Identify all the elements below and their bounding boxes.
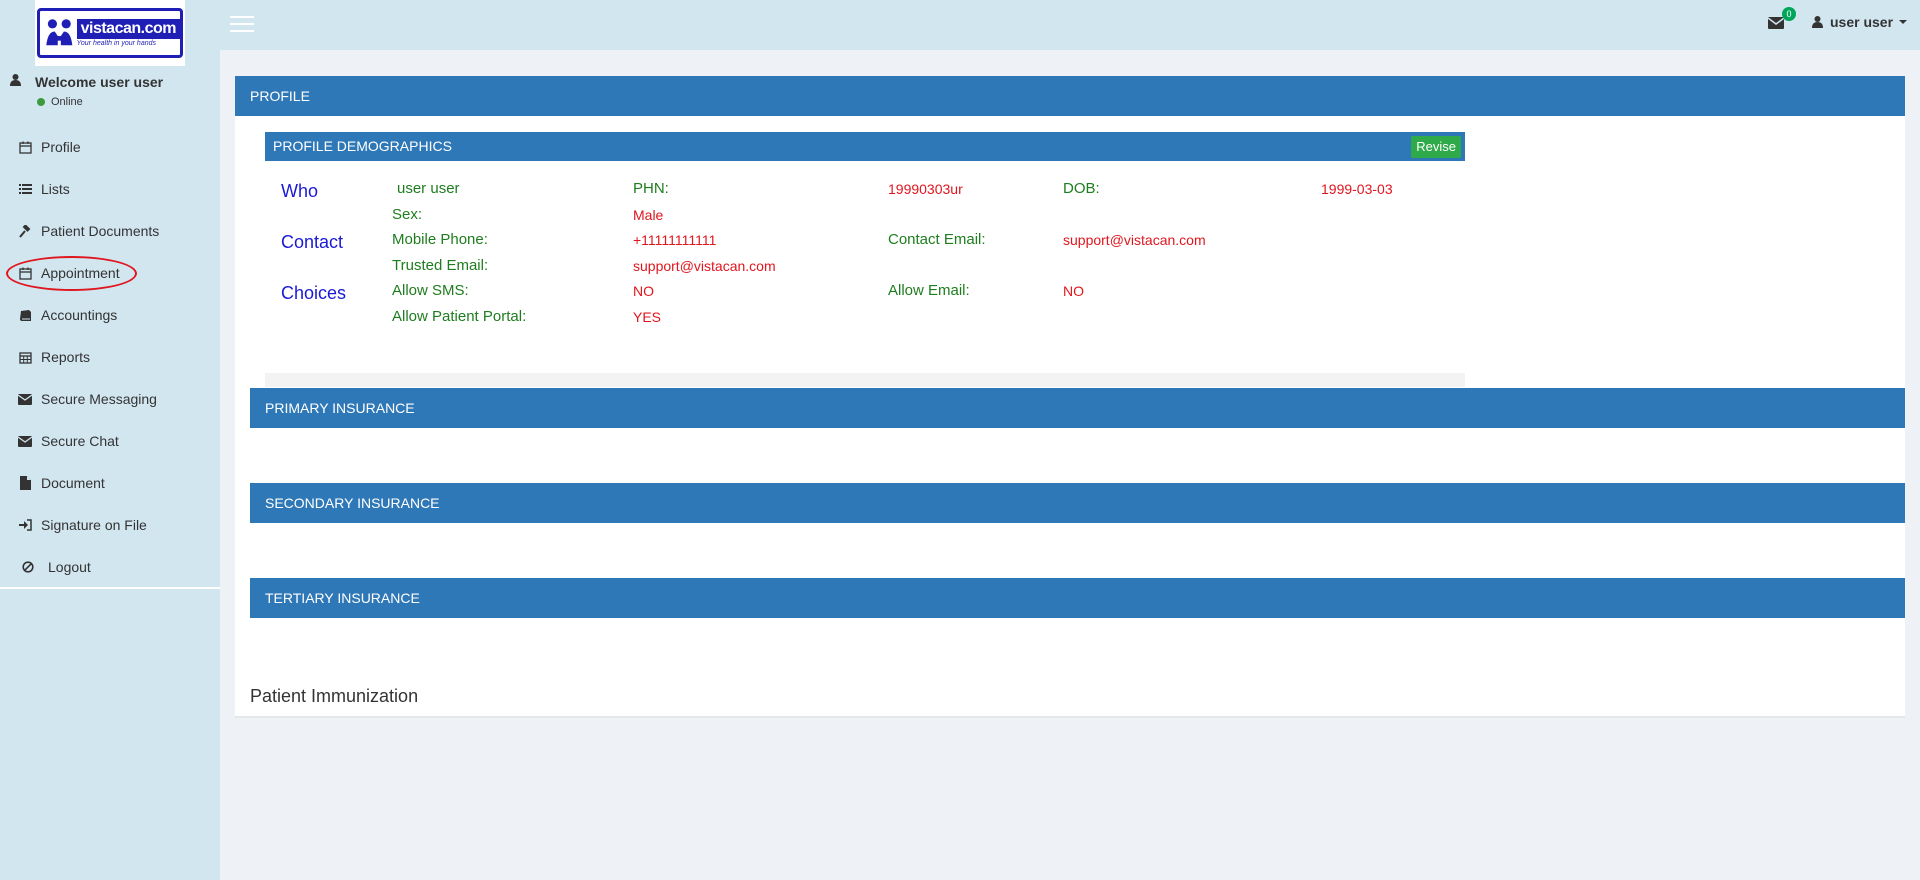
demographics-footer: [265, 373, 1465, 387]
profile-header: PROFILE: [235, 76, 1905, 116]
sidebar-menu: Profile Lists Patient Documents Appointm…: [0, 126, 220, 588]
section-contact: Contact: [281, 232, 344, 252]
dob-label: DOB:: [1063, 180, 1100, 197]
caret-down-icon: [1899, 20, 1908, 24]
sidebar-item-label: Signature on File: [41, 517, 147, 533]
online-status: Online: [37, 96, 83, 108]
section-who: Who: [281, 181, 319, 201]
ban-icon: [20, 559, 36, 575]
sidebar-item-label: Accountings: [41, 307, 118, 323]
logo-tagline: Your health in your hands: [76, 40, 156, 47]
user-icon: [10, 74, 21, 86]
gavel-icon: [17, 223, 33, 239]
section-choices: Choices: [281, 283, 347, 303]
tertiary-insurance-header[interactable]: TERTIARY INSURANCE: [250, 578, 1905, 618]
revise-button[interactable]: Revise: [1411, 136, 1461, 158]
contact-email-value: support@vistacan.com: [1063, 232, 1206, 248]
sidebar-item-label: Secure Chat: [41, 433, 119, 449]
sidebar-item-appointment[interactable]: Appointment: [0, 252, 220, 294]
calendar-icon: [17, 139, 33, 155]
online-dot-icon: [37, 98, 45, 106]
file-icon: [17, 475, 33, 491]
user-menu-name: user user: [1830, 14, 1894, 30]
trusted-email-label: Trusted Email:: [392, 257, 489, 274]
book-icon: [17, 307, 33, 323]
sidebar-item-accountings[interactable]: Accountings: [0, 294, 220, 336]
sidebar-item-label: Profile: [41, 139, 81, 155]
sidebar-item-label: Document: [41, 475, 105, 491]
sidebar-item-profile[interactable]: Profile: [0, 126, 220, 168]
user-panel: Welcome user user Online: [0, 70, 220, 120]
sign-in-icon: [17, 517, 33, 533]
user-account-menu[interactable]: user user: [1812, 14, 1908, 30]
sidebar-item-label: Logout: [48, 559, 91, 575]
allow-sms-value: NO: [633, 283, 654, 299]
sidebar-item-label: Secure Messaging: [41, 391, 157, 407]
sidebar: Welcome user user Online Profile Lists P…: [0, 50, 220, 880]
allow-patient-portal-label: Allow Patient Portal:: [392, 308, 527, 325]
dob-value: 1999-03-03: [1321, 181, 1393, 197]
logo-frame: vistacan.com Your health in your hands: [37, 8, 183, 58]
sidebar-divider: [0, 587, 220, 589]
profile-demographics-header: PROFILE DEMOGRAPHICS Revise: [265, 132, 1465, 161]
phn-label: PHN:: [633, 180, 669, 197]
secondary-insurance-header[interactable]: SECONDARY INSURANCE: [250, 483, 1905, 523]
main-content: PROFILE PROFILE DEMOGRAPHICS Revise Who …: [220, 50, 1920, 880]
envelope-icon[interactable]: [1768, 16, 1784, 30]
logo-brand-text: vistacan.com: [76, 19, 180, 39]
mobile-phone-value: +11111111111: [633, 232, 717, 248]
demographics-title: PROFILE DEMOGRAPHICS: [273, 138, 452, 154]
trusted-email-value: support@vistacan.com: [633, 258, 776, 274]
sidebar-item-document[interactable]: Document: [0, 462, 220, 504]
welcome-text: Welcome user user: [35, 74, 164, 90]
sidebar-item-secure-messaging[interactable]: Secure Messaging: [0, 378, 220, 420]
contact-email-label: Contact Email:: [888, 231, 986, 248]
patient-name: user user: [397, 180, 460, 197]
envelope-icon: [17, 433, 33, 449]
primary-insurance-header[interactable]: PRIMARY INSURANCE: [250, 388, 1905, 428]
sidebar-item-reports[interactable]: Reports: [0, 336, 220, 378]
phn-value: 19990303ur: [888, 181, 963, 197]
sidebar-item-label: Lists: [41, 181, 70, 197]
notification-badge: 0: [1782, 7, 1796, 21]
sidebar-item-logout[interactable]: Logout: [0, 546, 220, 588]
sex-label: Sex:: [392, 206, 423, 223]
user-icon: [1812, 16, 1823, 28]
calendar-grid-icon: [17, 349, 33, 365]
allow-email-label: Allow Email:: [888, 282, 970, 299]
allow-sms-label: Allow SMS:: [392, 282, 469, 299]
online-status-label: Online: [51, 96, 83, 108]
vistacan-logo[interactable]: vistacan.com Your health in your hands: [35, 0, 185, 66]
people-icon: [46, 19, 73, 46]
sidebar-item-secure-chat[interactable]: Secure Chat: [0, 420, 220, 462]
envelope-icon: [17, 391, 33, 407]
allow-email-value: NO: [1063, 283, 1084, 299]
allow-patient-portal-value: YES: [633, 309, 662, 325]
sex-value: Male: [633, 207, 664, 223]
sidebar-item-label: Patient Documents: [41, 223, 160, 239]
list-icon: [17, 181, 33, 197]
highlight-circle: [6, 256, 137, 291]
profile-box: PROFILE PROFILE DEMOGRAPHICS Revise Who …: [235, 76, 1905, 718]
mobile-phone-label: Mobile Phone:: [392, 231, 488, 248]
sidebar-item-label: Reports: [41, 349, 91, 365]
top-navbar: vistacan.com Your health in your hands 0…: [0, 0, 1920, 66]
sidebar-item-lists[interactable]: Lists: [0, 168, 220, 210]
sidebar-item-patient-documents[interactable]: Patient Documents: [0, 210, 220, 252]
sidebar-item-signature-on-file[interactable]: Signature on File: [0, 504, 220, 546]
sidebar-toggle-hamburger-icon[interactable]: [230, 16, 254, 34]
patient-immunization-title: Patient Immunization: [250, 686, 419, 706]
